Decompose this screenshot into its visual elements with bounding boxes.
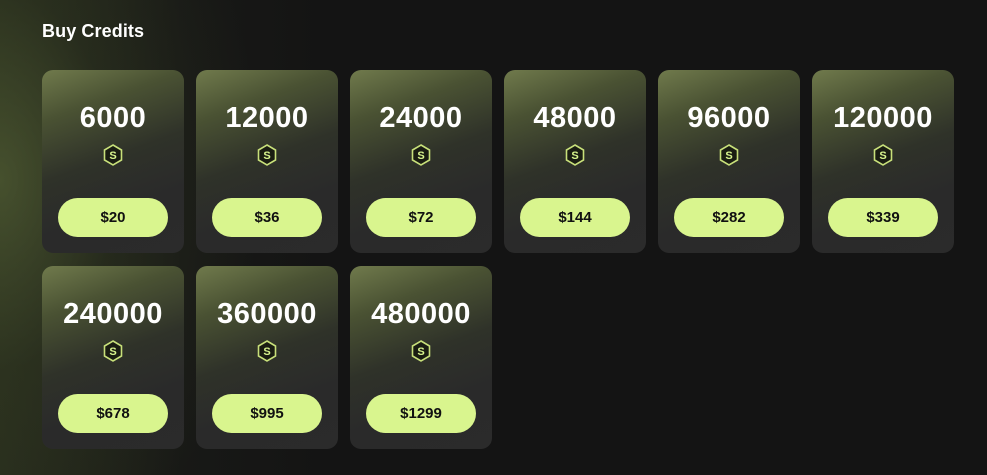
svg-text:S: S: [109, 150, 116, 162]
credit-amount: 24000: [379, 102, 463, 134]
svg-text:S: S: [725, 150, 732, 162]
credit-amount: 360000: [217, 298, 317, 330]
credit-amount: 48000: [533, 102, 617, 134]
credit-amount: 6000: [79, 102, 147, 134]
credit-coin-icon: S: [719, 144, 739, 166]
credit-coin-icon: S: [873, 144, 893, 166]
credit-package-card-240000[interactable]: 240000 S $678: [42, 266, 184, 449]
svg-text:S: S: [417, 346, 424, 358]
credit-coin-icon: S: [103, 340, 123, 362]
credit-coin-icon: S: [411, 340, 431, 362]
credit-amount: 96000: [687, 102, 771, 134]
buy-price-button[interactable]: $1299: [366, 394, 476, 433]
svg-text:S: S: [417, 150, 424, 162]
credit-coin-icon: S: [565, 144, 585, 166]
credit-coin-icon: S: [257, 340, 277, 362]
buy-price-button[interactable]: $339: [828, 198, 938, 237]
page-title: Buy Credits: [42, 21, 145, 41]
svg-text:S: S: [109, 346, 116, 358]
buy-price-button[interactable]: $36: [212, 198, 322, 237]
credit-package-card-24000[interactable]: 24000 S $72: [350, 70, 492, 253]
buy-price-button[interactable]: $20: [58, 198, 168, 237]
svg-text:S: S: [263, 346, 270, 358]
credit-amount: 240000: [63, 298, 163, 330]
credit-package-card-120000[interactable]: 120000 S $339: [812, 70, 954, 253]
credit-coin-icon: S: [257, 144, 277, 166]
credit-package-card-360000[interactable]: 360000 S $995: [196, 266, 338, 449]
buy-price-button[interactable]: $72: [366, 198, 476, 237]
credit-amount: 480000: [371, 298, 471, 330]
credit-package-card-48000[interactable]: 48000 S $144: [504, 70, 646, 253]
buy-price-button[interactable]: $144: [520, 198, 630, 237]
credit-package-card-480000[interactable]: 480000 S $1299: [350, 266, 492, 449]
credit-amount: 12000: [225, 102, 309, 134]
svg-text:S: S: [879, 150, 886, 162]
credit-package-card-12000[interactable]: 12000 S $36: [196, 70, 338, 253]
svg-text:S: S: [571, 150, 578, 162]
buy-price-button[interactable]: $995: [212, 394, 322, 433]
credit-package-card-96000[interactable]: 96000 S $282: [658, 70, 800, 253]
credit-amount: 120000: [833, 102, 933, 134]
buy-price-button[interactable]: $282: [674, 198, 784, 237]
svg-text:S: S: [263, 150, 270, 162]
credit-coin-icon: S: [103, 144, 123, 166]
buy-price-button[interactable]: $678: [58, 394, 168, 433]
credit-coin-icon: S: [411, 144, 431, 166]
credit-package-card-6000[interactable]: 6000 S $20: [42, 70, 184, 253]
